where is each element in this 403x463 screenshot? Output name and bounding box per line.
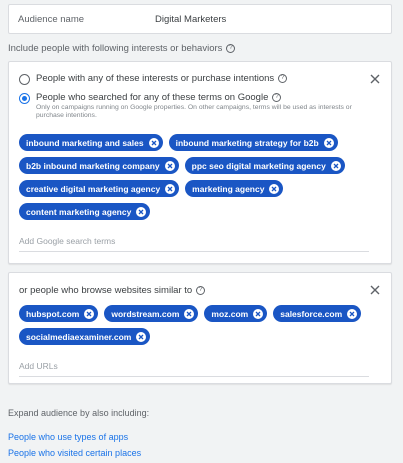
- audience-editor: Audience name Digital Marketers Include …: [0, 0, 403, 463]
- expand-audience-label: Expand audience by also including:: [8, 408, 150, 418]
- search-term-chip[interactable]: marketing agency: [185, 180, 284, 197]
- help-circle-icon[interactable]: ?: [196, 286, 206, 295]
- url-chip-label: hubspot.com: [26, 308, 80, 319]
- chip-remove-icon[interactable]: [165, 183, 176, 194]
- chip-remove-icon[interactable]: [148, 137, 159, 148]
- url-chips: hubspot.com wordstream.com moz.com salesfor…: [19, 305, 369, 345]
- interests-option-label: People with any of these interests or pu…: [36, 73, 275, 84]
- search-term-chip[interactable]: content marketing agency: [19, 203, 151, 220]
- audience-name-label: Audience name: [18, 13, 85, 25]
- search-terms-placeholder: Add Google search terms: [19, 236, 116, 246]
- chip-remove-icon[interactable]: [347, 308, 358, 319]
- close-icon[interactable]: [370, 74, 380, 84]
- search-option-note: Only on campaigns running on Google prop…: [36, 104, 352, 120]
- search-terms-card: People with any of these interests or pu…: [8, 61, 392, 264]
- search-term-chip-label: marketing agency: [192, 183, 265, 194]
- close-icon[interactable]: [370, 285, 380, 295]
- help-circle-icon[interactable]: ?: [272, 93, 282, 102]
- websites-card: or people who browse websites similar to…: [8, 272, 392, 384]
- search-option[interactable]: People who searched for any of these ter…: [19, 92, 356, 120]
- include-header: Include people with following interests …: [8, 43, 236, 54]
- search-term-chip-label: creative digital marketing agency: [26, 183, 161, 194]
- url-chip[interactable]: wordstream.com: [104, 305, 199, 322]
- include-header-text: Include people with following interests …: [8, 43, 223, 54]
- chip-remove-icon[interactable]: [269, 183, 280, 194]
- audience-name-value[interactable]: Digital Marketers: [155, 14, 226, 25]
- url-chip[interactable]: socialmediaexaminer.com: [19, 328, 151, 345]
- chip-remove-icon[interactable]: [253, 308, 264, 319]
- url-chip-label: moz.com: [211, 308, 249, 319]
- url-chip[interactable]: hubspot.com: [19, 305, 99, 322]
- search-term-chip[interactable]: inbound marketing strategy for b2b: [168, 134, 338, 151]
- help-circle-icon[interactable]: ?: [226, 44, 236, 53]
- search-term-chip-label: b2b inbound marketing company: [26, 160, 160, 171]
- search-term-chip[interactable]: ppc seo digital marketing agency: [184, 157, 345, 174]
- search-term-chip-label: ppc seo digital marketing agency: [191, 160, 326, 171]
- chip-remove-icon[interactable]: [323, 137, 334, 148]
- search-term-chip-label: inbound marketing strategy for b2b: [175, 137, 319, 148]
- audience-name-card: Audience name Digital Marketers: [8, 4, 392, 34]
- search-term-chips: inbound marketing and sales inbound marke…: [19, 134, 369, 220]
- apps-link[interactable]: People who use types of apps: [8, 432, 128, 442]
- chip-remove-icon[interactable]: [84, 308, 95, 319]
- websites-title: or people who browse websites similar to…: [19, 285, 206, 296]
- search-term-chip[interactable]: inbound marketing and sales: [19, 134, 163, 151]
- url-chip-label: salesforce.com: [280, 308, 343, 319]
- url-chip[interactable]: salesforce.com: [273, 305, 362, 322]
- search-radio[interactable]: [19, 93, 30, 104]
- url-chip[interactable]: moz.com: [204, 305, 268, 322]
- search-term-chip[interactable]: creative digital marketing agency: [19, 180, 180, 197]
- url-chip-label: socialmediaexaminer.com: [26, 331, 132, 342]
- url-input[interactable]: Add URLs: [19, 361, 369, 377]
- websites-title-text: or people who browse websites similar to: [19, 285, 193, 296]
- chip-remove-icon[interactable]: [184, 308, 195, 319]
- search-option-label: People who searched for any of these ter…: [36, 92, 269, 103]
- chip-remove-icon[interactable]: [164, 160, 175, 171]
- places-link[interactable]: People who visited certain places: [8, 448, 141, 458]
- chip-remove-icon[interactable]: [136, 331, 147, 342]
- chip-remove-icon[interactable]: [136, 206, 147, 217]
- interests-option[interactable]: People with any of these interests or pu…: [19, 73, 288, 85]
- search-terms-input[interactable]: Add Google search terms: [19, 236, 369, 252]
- help-circle-icon[interactable]: ?: [278, 74, 288, 83]
- interests-radio[interactable]: [19, 74, 30, 85]
- url-chip-label: wordstream.com: [111, 308, 180, 319]
- search-term-chip-label: content marketing agency: [26, 206, 132, 217]
- url-placeholder: Add URLs: [19, 361, 58, 371]
- chip-remove-icon[interactable]: [330, 160, 341, 171]
- search-term-chip-label: inbound marketing and sales: [26, 137, 144, 148]
- search-term-chip[interactable]: b2b inbound marketing company: [19, 157, 179, 174]
